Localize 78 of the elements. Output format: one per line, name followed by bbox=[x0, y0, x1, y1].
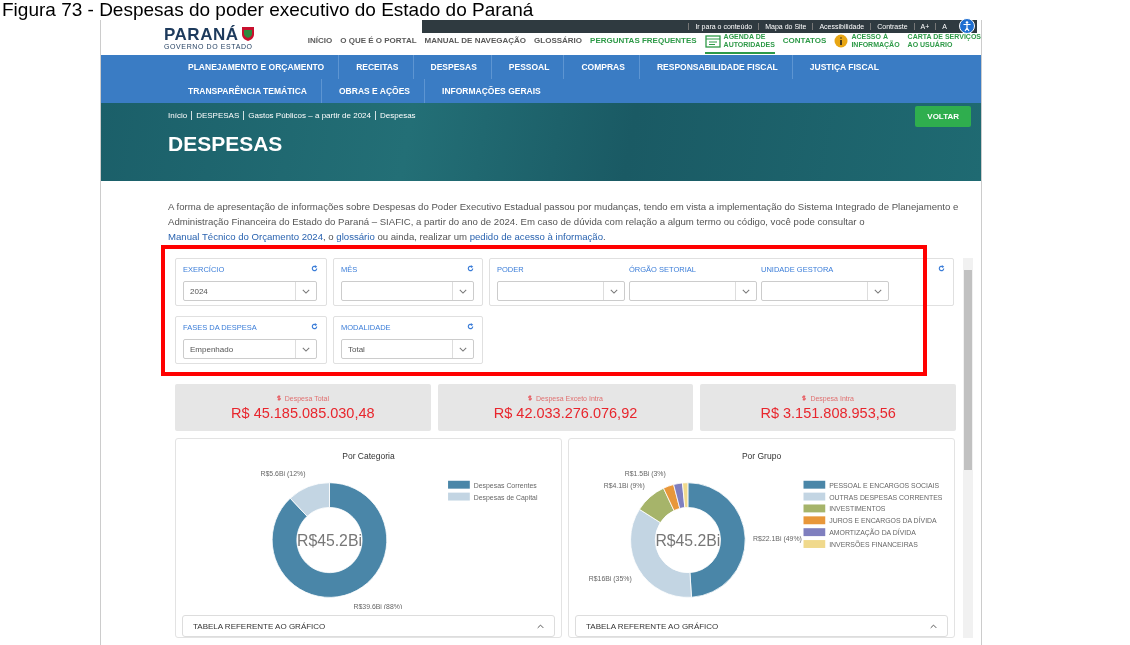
legend-swatch bbox=[803, 540, 825, 548]
info-icon bbox=[834, 33, 849, 48]
donut-center-label: R$45.2Bi bbox=[654, 532, 720, 549]
breadcrumb-link[interactable]: DESPESAS bbox=[196, 111, 240, 120]
nav-link[interactable]: COMPRAS bbox=[563, 55, 639, 79]
breadcrumb-link[interactable]: Início bbox=[168, 111, 188, 120]
chevron-up-icon bbox=[537, 623, 544, 629]
scrollbar-thumb[interactable] bbox=[964, 270, 972, 470]
menu-link[interactable]: PERGUNTAS FREQUENTES bbox=[590, 29, 697, 54]
donut-slice[interactable] bbox=[289, 482, 330, 517]
nav-link[interactable]: PESSOAL bbox=[490, 55, 564, 79]
refresh-icon[interactable] bbox=[938, 265, 945, 272]
legend-swatch bbox=[803, 492, 825, 501]
dropdown-field[interactable]: Total bbox=[341, 339, 474, 359]
chart-title: Por Categoria bbox=[342, 451, 395, 461]
chart-title: Por Grupo bbox=[741, 451, 782, 461]
dollar-icon bbox=[802, 395, 807, 401]
donut-slice[interactable] bbox=[662, 484, 680, 511]
breadcrumb-separator bbox=[375, 111, 376, 120]
chevron-down-icon bbox=[302, 346, 310, 352]
dropdown-field[interactable]: 2024 bbox=[183, 281, 317, 301]
page-title: DESPESAS bbox=[168, 132, 284, 156]
menu-link[interactable]: CONTATOS bbox=[782, 29, 827, 54]
refresh-icon[interactable] bbox=[467, 265, 474, 272]
logo-wordmark[interactable]: PARANÁ bbox=[164, 25, 239, 43]
nav-link[interactable]: RESPONSABILIDADE FISCAL bbox=[638, 55, 792, 79]
kpi-value: R$ 3.151.808.953,56 bbox=[760, 404, 896, 421]
chevron-down-icon bbox=[742, 288, 750, 294]
legend-swatch bbox=[447, 492, 470, 501]
nav-link[interactable]: TRANSPARÊNCIA TEMÁTICA bbox=[171, 79, 321, 103]
accessibility-icon[interactable] bbox=[959, 18, 975, 34]
dollar-icon bbox=[528, 395, 533, 401]
table-toggle[interactable]: TABELA REFERENTE AO GRÁFICO bbox=[182, 615, 555, 637]
breadcrumb-link[interactable]: Despesas bbox=[380, 111, 416, 120]
menu-link[interactable]: GLOSSÁRIO bbox=[534, 29, 583, 54]
kpi-value: R$ 42.033.276.076,92 bbox=[493, 404, 638, 421]
donut-center-label: R$45.2Bi bbox=[296, 532, 362, 549]
nav-link[interactable]: RECEITAS bbox=[338, 55, 413, 79]
legend-swatch bbox=[803, 528, 825, 537]
nav-link[interactable]: JUSTIÇA FISCAL bbox=[791, 55, 893, 79]
legend-swatch bbox=[803, 516, 825, 525]
nav-link[interactable]: PLANEJAMENTO E ORÇAMENTO bbox=[171, 55, 339, 79]
coat-of-arms-icon bbox=[241, 26, 256, 42]
chevron-down-icon bbox=[459, 346, 467, 352]
dropdown-field[interactable] bbox=[497, 281, 625, 301]
refresh-icon[interactable] bbox=[467, 323, 474, 330]
breadcrumb-separator bbox=[191, 111, 193, 120]
donut-slice[interactable] bbox=[681, 482, 688, 508]
intro-paragraph: A forma de apresentação de informações sobre Despesas do Poder Executivo Estadual passou por mudanças, tendo em vista a implementação do Sistema Integrado de Planejamento e Administração Financeira do Estado do Paraná – SIAFIC, a partir do ano de 2024. Em caso de dúvida com relação a algum termo ou código, você pode consultar o Manual Técnico do Orçamento 2024, o glossário ou ainda, realizar um pedido de acesso à informação. bbox=[168, 200, 960, 244]
menu-link[interactable]: O QUE É O PORTAL bbox=[340, 29, 417, 54]
donut-slice[interactable] bbox=[672, 482, 685, 509]
legend-swatch bbox=[447, 480, 470, 489]
breadcrumb-separator bbox=[243, 111, 245, 120]
nav-link[interactable]: DESPESAS bbox=[412, 55, 491, 79]
refresh-icon[interactable] bbox=[311, 323, 318, 330]
kpi-value: R$ 45.185.085.030,48 bbox=[231, 404, 375, 421]
chevron-up-icon bbox=[930, 623, 937, 629]
figure-caption: Figura 73 - Despesas do poder executivo do Estado do Paraná bbox=[2, 0, 535, 20]
text-link[interactable]: glossário bbox=[336, 231, 375, 242]
menu-link[interactable]: INÍCIO bbox=[307, 29, 333, 54]
chevron-down-icon bbox=[874, 288, 882, 294]
legend-swatch bbox=[803, 504, 825, 513]
dollar-icon bbox=[276, 395, 281, 401]
dropdown-field[interactable] bbox=[761, 281, 889, 301]
donut-slice[interactable] bbox=[271, 482, 387, 598]
breadcrumb-link[interactable]: Gastos Públicos – a partir de 2024 bbox=[248, 111, 371, 120]
chevron-down-icon bbox=[459, 288, 467, 294]
menu-link[interactable]: MANUAL DE NAVEGAÇÃO bbox=[424, 29, 527, 54]
chevron-down-icon bbox=[610, 288, 618, 294]
refresh-icon[interactable] bbox=[311, 265, 318, 272]
dropdown-field[interactable] bbox=[341, 281, 474, 301]
dropdown-field[interactable] bbox=[629, 281, 757, 301]
table-toggle[interactable]: TABELA REFERENTE AO GRÁFICO bbox=[575, 615, 948, 637]
legend-swatch bbox=[803, 480, 825, 489]
text-link[interactable]: Manual Técnico do Orçamento 2024 bbox=[168, 231, 323, 242]
dropdown-field[interactable]: Empenhado bbox=[183, 339, 317, 359]
calendar-icon bbox=[704, 33, 721, 48]
chevron-down-icon bbox=[302, 288, 310, 294]
